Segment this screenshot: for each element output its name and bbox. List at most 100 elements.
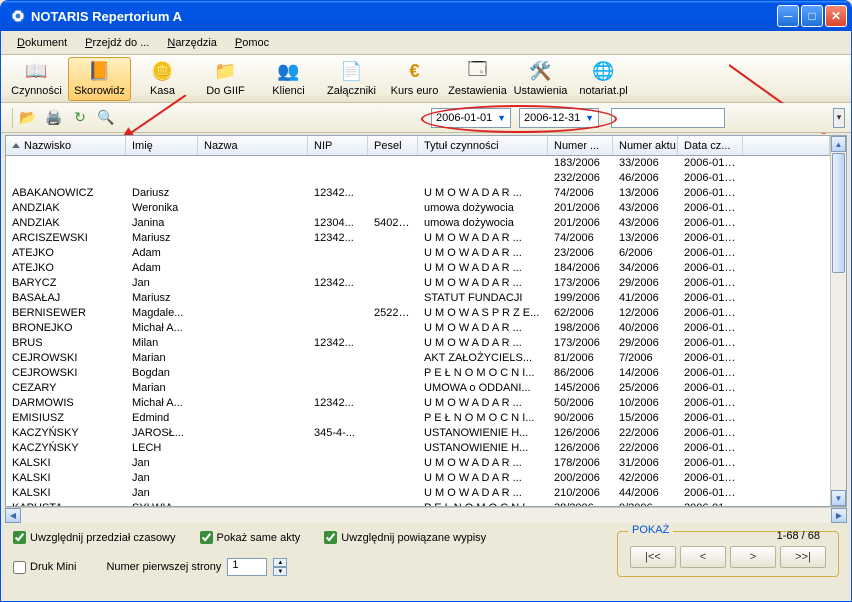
dropdown-button[interactable]: ▾ — [833, 108, 845, 128]
table-row[interactable]: ABAKANOWICZDariusz12342...U M O W A D A … — [6, 186, 830, 201]
table-cell: 12342... — [308, 336, 368, 351]
column-header[interactable]: Nazwa — [198, 136, 308, 155]
tool-kurseuro[interactable]: €Kurs euro — [383, 57, 446, 101]
nav-last-button[interactable]: >>| — [780, 546, 826, 568]
table-row[interactable]: BRUSMilan12342...U M O W A D A R ...173/… — [6, 336, 830, 351]
menu-dokument[interactable]: Dokument — [9, 34, 75, 52]
column-header[interactable] — [743, 136, 830, 155]
maximize-button[interactable]: □ — [801, 5, 823, 27]
open-icon[interactable]: 📂 — [17, 107, 39, 129]
table-row[interactable]: BERNISEWERMagdale...25223...U M O W A S … — [6, 306, 830, 321]
column-header[interactable]: NIP — [308, 136, 368, 155]
table-cell — [368, 486, 418, 501]
page-number-input[interactable]: 1 — [227, 558, 267, 576]
table-row[interactable]: KALSKIJanU M O W A D A R ...210/200644/2… — [6, 486, 830, 501]
table-row[interactable]: BRONEJKOMichał A...U M O W A D A R ...19… — [6, 321, 830, 336]
table-cell — [126, 171, 198, 186]
scroll-down-button[interactable]: ▼ — [831, 490, 846, 506]
tool-klienci[interactable]: 👥Klienci — [257, 57, 320, 101]
column-header[interactable]: Tytuł czynności — [418, 136, 548, 155]
table-cell: 14/2006 — [613, 366, 678, 381]
checkbox-przedzial-czasowy[interactable]: Uwzględnij przedział czasowy — [13, 531, 176, 544]
checkbox-powiazane-wypisy[interactable]: Uwzględnij powiązane wypisy — [324, 531, 486, 544]
vertical-scrollbar[interactable]: ▲ ▼ — [830, 136, 846, 506]
table-row[interactable]: CEZARYMarianUMOWA o ODDANI...145/200625/… — [6, 381, 830, 396]
column-header[interactable]: Data cz... — [678, 136, 743, 155]
chevron-down-icon[interactable]: ▼ — [585, 113, 594, 123]
table-row[interactable]: 183/200633/20062006-01-... — [6, 156, 830, 171]
spin-down-button[interactable]: ▼ — [273, 567, 287, 576]
table-row[interactable]: ATEJKOAdamU M O W A D A R ...184/200634/… — [6, 261, 830, 276]
table-row[interactable]: KACZYŃSKYJAROSŁ...345-4-...USTANOWIENIE … — [6, 426, 830, 441]
scroll-right-button[interactable]: ▶ — [831, 508, 847, 523]
table-row[interactable]: BARYCZJan12342...U M O W A D A R ...173/… — [6, 276, 830, 291]
table-cell: 2006-01-... — [678, 486, 743, 501]
refresh-icon[interactable]: ↻ — [69, 107, 91, 129]
scroll-left-button[interactable]: ◀ — [5, 508, 21, 523]
tool-notariat[interactable]: 🌐notariat.pl — [572, 57, 635, 101]
table-cell — [368, 381, 418, 396]
table-cell: 2006-01-... — [678, 216, 743, 231]
date-from-input[interactable]: 2006-01-01▼ — [431, 108, 511, 128]
table-row[interactable]: ANDZIAKWeronikaumowa dożywocia201/200643… — [6, 201, 830, 216]
table-row[interactable]: KACZYŃSKYLECHUSTANOWIENIE H...126/200622… — [6, 441, 830, 456]
table-cell: U M O W A D A R ... — [418, 231, 548, 246]
table-cell — [308, 411, 368, 426]
table-cell — [198, 471, 308, 486]
menu-pomoc[interactable]: Pomoc — [227, 34, 277, 52]
table-cell — [308, 456, 368, 471]
chevron-down-icon[interactable]: ▼ — [497, 113, 506, 123]
date-to-input[interactable]: 2006-12-31▼ — [519, 108, 599, 128]
table-cell: BRONEJKO — [6, 321, 126, 336]
nav-first-button[interactable]: |<< — [630, 546, 676, 568]
table-cell — [198, 411, 308, 426]
column-header[interactable]: Numer ... — [548, 136, 613, 155]
nav-next-button[interactable]: > — [730, 546, 776, 568]
table-cell: 10/2006 — [613, 396, 678, 411]
table-cell: 46/2006 — [613, 171, 678, 186]
tool-skorowidz[interactable]: 📙Skorowidz — [68, 57, 131, 101]
tool-zalaczniki[interactable]: 📄Załączniki — [320, 57, 383, 101]
tool-czynnosci[interactable]: 📖Czynności — [5, 57, 68, 101]
scroll-up-button[interactable]: ▲ — [831, 136, 846, 152]
table-row[interactable]: CEJROWSKIBogdanP E Ł N O M O C N I...86/… — [6, 366, 830, 381]
table-cell — [198, 231, 308, 246]
table-row[interactable]: BASAŁAJMariuszSTATUT FUNDACJI199/200641/… — [6, 291, 830, 306]
column-header[interactable]: Pesel — [368, 136, 418, 155]
table-cell: ABAKANOWICZ — [6, 186, 126, 201]
minimize-button[interactable]: ─ — [777, 5, 799, 27]
scroll-thumb[interactable] — [832, 153, 845, 273]
menu-przejdz[interactable]: Przejdź do ... — [77, 34, 157, 52]
table-cell: 31/2006 — [613, 456, 678, 471]
table-row[interactable]: KALSKIJanU M O W A D A R ...200/200642/2… — [6, 471, 830, 486]
table-row[interactable]: KALSKIJanU M O W A D A R ...178/200631/2… — [6, 456, 830, 471]
close-button[interactable]: ✕ — [825, 5, 847, 27]
checkbox-same-akty[interactable]: Pokaż same akty — [200, 531, 301, 544]
checkbox-druk-mini[interactable]: Druk Mini — [13, 561, 76, 574]
table-row[interactable]: ARCISZEWSKIMariusz12342...U M O W A D A … — [6, 231, 830, 246]
column-header[interactable]: Numer aktu — [613, 136, 678, 155]
filter-input[interactable] — [611, 108, 725, 128]
table-row[interactable]: ATEJKOAdamU M O W A D A R ...23/20066/20… — [6, 246, 830, 261]
column-header[interactable]: Nazwisko — [6, 136, 126, 155]
table-row[interactable]: EMISIUSZEdmindP E Ł N O M O C N I...90/2… — [6, 411, 830, 426]
tool-ustawienia[interactable]: 🛠️Ustawienia — [509, 57, 572, 101]
nav-prev-button[interactable]: < — [680, 546, 726, 568]
print-icon[interactable]: 🖨️ — [43, 107, 65, 129]
horizontal-scrollbar[interactable]: ◀ ▶ — [5, 507, 847, 523]
table-cell: DARMOWIS — [6, 396, 126, 411]
tool-kasa[interactable]: 🪙Kasa — [131, 57, 194, 101]
table-cell: ANDZIAK — [6, 201, 126, 216]
spin-up-button[interactable]: ▲ — [273, 558, 287, 567]
table-row[interactable]: 232/200646/20062006-01-... — [6, 171, 830, 186]
column-header[interactable]: Imię — [126, 136, 198, 155]
table-cell: ANDZIAK — [6, 216, 126, 231]
table-row[interactable]: CEJROWSKIMarianAKT ZAŁOŻYCIELS...81/2006… — [6, 351, 830, 366]
table-row[interactable]: KAPUSTASYLWIA...P E Ł N O M O C N I...38… — [6, 501, 830, 506]
tool-dogiif[interactable]: 📁Do GIIF — [194, 57, 257, 101]
search-icon[interactable]: 🔍 — [95, 107, 117, 129]
tool-zestawienia[interactable]: 🗔Zestawienia — [446, 57, 509, 101]
table-row[interactable]: DARMOWISMichał A...12342...U M O W A D A… — [6, 396, 830, 411]
table-row[interactable]: ANDZIAKJanina12304...54022...umowa dożyw… — [6, 216, 830, 231]
menu-narzedzia[interactable]: Narzędzia — [159, 34, 225, 52]
